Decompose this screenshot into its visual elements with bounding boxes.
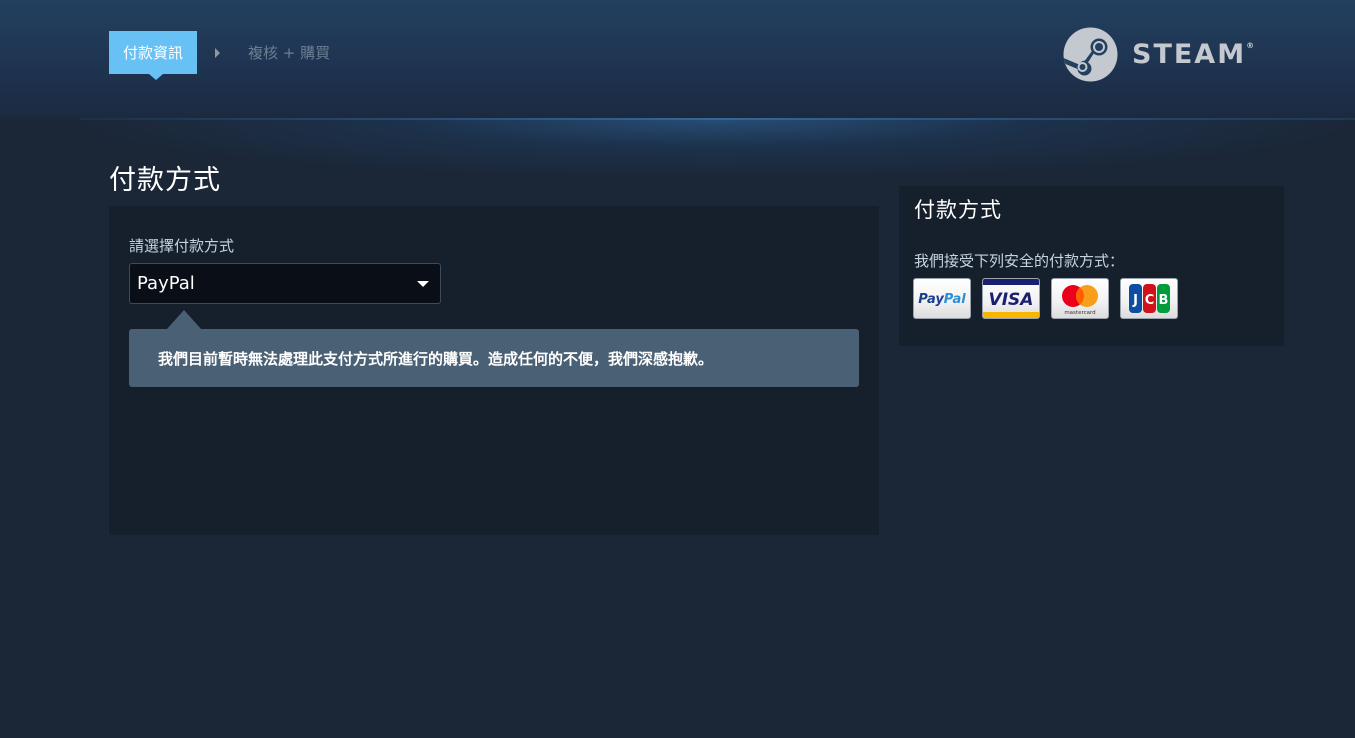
- mastercard-icon: mastercard: [1051, 278, 1109, 319]
- svg-text:mastercard: mastercard: [1064, 310, 1095, 316]
- breadcrumb-arrow-icon: [215, 47, 221, 58]
- registered-mark: ®: [1246, 41, 1255, 50]
- header-glow: [80, 118, 1355, 178]
- checkout-breadcrumb: 付款資訊 複核 + 購買: [109, 31, 330, 80]
- visa-icon: VISA: [982, 278, 1040, 319]
- svg-text:C: C: [1145, 293, 1155, 308]
- breadcrumb-step-review-purchase[interactable]: 複核 + 購買: [248, 42, 330, 63]
- svg-text:B: B: [1159, 293, 1169, 308]
- steam-wordmark-text: STEAM: [1132, 39, 1247, 70]
- steam-logo-icon: [1063, 27, 1118, 82]
- payment-method-panel: 請選擇付款方式 PayPal 我們目前暫時無法處理此支付方式所進行的購買。造成任…: [109, 206, 879, 535]
- notice-text: 我們目前暫時無法處理此支付方式所進行的購買。造成任何的不便，我們深感抱歉。: [158, 349, 714, 368]
- page-title: 付款方式: [109, 165, 221, 196]
- header-divider: [80, 118, 1355, 120]
- payment-method-selected-value: PayPal: [137, 273, 195, 294]
- chevron-down-icon: [417, 281, 429, 287]
- accepted-methods-description: 我們接受下列安全的付款方式：: [914, 252, 1125, 270]
- payment-method-select[interactable]: PayPal: [129, 263, 441, 304]
- accepted-card-list: PayPal VISA mastercard J C B: [913, 278, 1178, 319]
- breadcrumb-step-payment-info[interactable]: 付款資訊: [109, 31, 198, 80]
- steam-wordmark: STEAM®: [1132, 39, 1254, 70]
- paypal-icon: PayPal: [913, 278, 971, 319]
- payment-unavailable-notice: 我們目前暫時無法處理此支付方式所進行的購買。造成任何的不便，我們深感抱歉。: [129, 329, 859, 387]
- breadcrumb-step-label: 付款資訊: [123, 44, 184, 62]
- steam-logo[interactable]: STEAM®: [1063, 27, 1254, 82]
- svg-text:J: J: [1132, 293, 1138, 308]
- checkout-page: 付款資訊 複核 + 購買 STEAM® 付款方式 請選擇付款方式 PayPal …: [0, 0, 1355, 738]
- notice-pointer: [167, 310, 201, 329]
- payment-method-label: 請選擇付款方式: [129, 237, 235, 255]
- breadcrumb-step-label: 複核 + 購買: [248, 44, 331, 62]
- jcb-icon: J C B: [1120, 278, 1178, 319]
- accepted-methods-panel: 付款方式 我們接受下列安全的付款方式： PayPal VISA masterca…: [899, 186, 1284, 346]
- accepted-methods-title: 付款方式: [914, 198, 1002, 222]
- svg-text:VISA: VISA: [989, 290, 1034, 310]
- svg-text:PayPal: PayPal: [918, 292, 966, 307]
